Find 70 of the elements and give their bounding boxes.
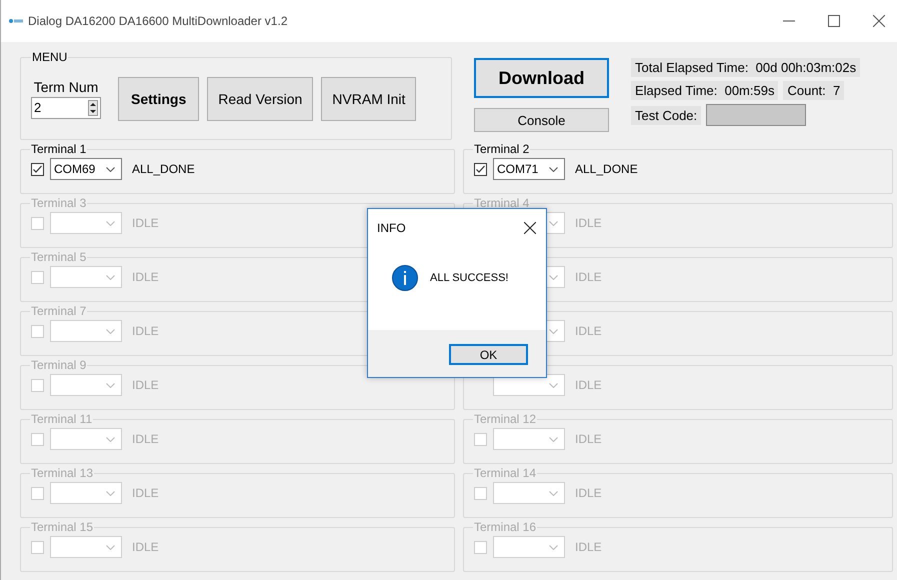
- menu-button[interactable]: NVRAM Init: [321, 76, 416, 120]
- terminal-status: IDLE: [132, 216, 159, 230]
- caret-icon: [549, 382, 558, 388]
- terminal-title: Terminal 5: [30, 250, 88, 264]
- total-elapsed-time: Total Elapsed Time: 00d 00h:03m:02s: [631, 58, 860, 77]
- terminal-status: IDLE: [132, 378, 159, 392]
- terminal-title: Terminal 11: [30, 412, 94, 426]
- terminal-status: IDLE: [132, 540, 159, 554]
- caret-icon: [106, 382, 115, 388]
- terminal-status: IDLE: [575, 378, 602, 392]
- caret-icon: [106, 220, 115, 226]
- caret-icon: [549, 544, 558, 550]
- terminal-title: Terminal 16: [473, 520, 538, 534]
- group-title: MENU: [31, 50, 68, 64]
- caret-icon: [549, 490, 558, 496]
- caret-icon: [549, 436, 558, 442]
- checkbox[interactable]: [474, 162, 487, 176]
- terminal-status: IDLE: [575, 270, 602, 284]
- window-title: Dialog DA16200 DA16600 MultiDownloader v1.2: [28, 14, 288, 28]
- port-dropdown[interactable]: COM71: [493, 158, 565, 180]
- term-num-spinner[interactable]: 2: [31, 96, 101, 118]
- terminal-status: IDLE: [132, 270, 159, 284]
- terminal-status: IDLE: [575, 486, 602, 500]
- terminal-title: Terminal 13: [30, 466, 94, 480]
- console-button[interactable]: Console: [474, 108, 609, 132]
- terminal-title: Terminal 3: [30, 196, 88, 210]
- terminal-status: IDLE: [132, 486, 159, 500]
- menu-button[interactable]: Read Version: [207, 76, 314, 120]
- caret-icon: [106, 436, 115, 442]
- caret-icon: [106, 328, 115, 334]
- terminal-title: Terminal 1: [30, 142, 88, 156]
- terminal-title: Terminal 15: [30, 520, 94, 534]
- terminal-status: IDLE: [132, 432, 159, 446]
- port-dropdown[interactable]: COM69: [50, 158, 122, 180]
- terminal-title: Terminal 9: [30, 358, 88, 372]
- term-num-label: Term Num: [34, 78, 98, 94]
- dialog-title: INFO: [377, 221, 406, 235]
- caret-icon: [549, 220, 558, 226]
- maximize-icon[interactable]: [828, 15, 840, 27]
- elapsed-time: Elapsed Time: 00m:59s: [631, 81, 778, 100]
- caret-icon: [106, 544, 115, 550]
- dialog-message: ALL SUCCESS!: [430, 272, 508, 284]
- app-logo-icon: [9, 18, 23, 24]
- terminal-title: Terminal 14: [473, 466, 538, 480]
- close-icon[interactable]: [873, 15, 885, 27]
- terminal-status: IDLE: [575, 432, 602, 446]
- close-icon[interactable]: [524, 222, 536, 234]
- caret-icon: [106, 490, 115, 496]
- terminal-title: Terminal 7: [30, 304, 88, 318]
- terminal-status: ALL_DONE: [132, 162, 195, 176]
- caret-icon: [549, 328, 558, 334]
- info-icon: [392, 265, 418, 291]
- caret-icon: [549, 166, 558, 172]
- count-label: Count: 7: [783, 81, 844, 100]
- terminal-status: ALL_DONE: [575, 162, 638, 176]
- terminal-title: Terminal 2: [473, 142, 530, 156]
- caret-icon: [106, 274, 115, 280]
- terminal-status: IDLE: [575, 216, 602, 230]
- terminal-status: IDLE: [575, 324, 602, 338]
- terminal-title: Terminal 4: [473, 196, 530, 210]
- download-button[interactable]: Download: [474, 58, 609, 98]
- caret-icon: [106, 166, 115, 172]
- ok-button[interactable]: OK: [449, 344, 528, 365]
- terminal-status: IDLE: [575, 540, 602, 554]
- caret-icon: [549, 274, 558, 280]
- menu-button[interactable]: Settings: [118, 76, 200, 120]
- terminal-status: IDLE: [132, 324, 159, 338]
- terminal-title: Terminal 12: [473, 412, 538, 426]
- checkbox[interactable]: [31, 162, 44, 176]
- test-code-label: Test Code:: [631, 106, 702, 124]
